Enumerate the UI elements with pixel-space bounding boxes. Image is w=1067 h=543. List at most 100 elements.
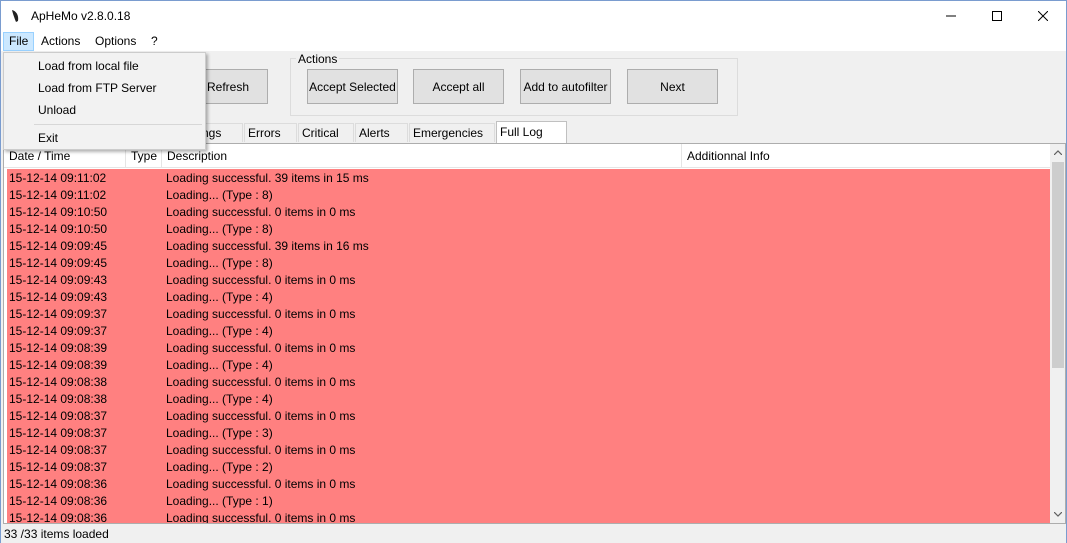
cell-description: Loading successful. 0 items in 0 ms [166,409,356,423]
cell-description: Loading... (Type : 4) [166,290,273,304]
cell-datetime: 15-12-14 09:09:45 [9,256,108,270]
table-row[interactable]: 15-12-14 09:11:02 Loading successful. 39 … [7,170,1050,187]
table-row[interactable]: 15-12-14 09:08:37 Loading successful. 0 i… [7,442,1050,459]
cell-datetime: 15-12-14 09:09:37 [9,307,108,321]
table-row[interactable]: 15-12-14 09:09:45 Loading... (Type : 8) [7,255,1050,272]
table-row[interactable]: 15-12-14 09:08:38 Loading... (Type : 4) [7,391,1050,408]
tab-errors[interactable]: Errors (0) [244,123,297,158]
scroll-thumb[interactable] [1052,162,1064,368]
table-row[interactable]: 15-12-14 09:08:36 Loading successful. 0 i… [7,476,1050,493]
cell-datetime: 15-12-14 09:08:36 [9,477,108,491]
status-text: 33 /33 items loaded [4,527,109,541]
cell-datetime: 15-12-14 09:08:37 [9,409,108,423]
cell-description: Loading successful. 0 items in 0 ms [166,511,356,524]
menu-item-load-ftp[interactable]: Load from FTP Server [5,77,204,99]
table-row[interactable]: 15-12-14 09:09:37 Loading successful. 0 i… [7,306,1050,323]
cell-description: Loading... (Type : 8) [166,188,273,202]
menu-file[interactable]: File [3,32,35,51]
cell-description: Loading... (Type : 4) [166,358,273,372]
accept-all-button[interactable]: Accept all [413,69,504,104]
menu-item-load-local[interactable]: Load from local file [5,55,204,77]
table-row[interactable]: 15-12-14 09:08:36 Loading successful. 0 i… [7,510,1050,524]
status-bar: 33 /33 items loaded [1,525,1066,543]
menu-help[interactable]: ? [146,32,163,51]
cell-description: Loading successful. 0 items in 0 ms [166,341,356,355]
cell-datetime: 15-12-14 09:08:37 [9,426,108,440]
scroll-up-arrow[interactable] [1050,144,1065,161]
cell-datetime: 15-12-14 09:09:43 [9,290,108,304]
close-icon [1038,11,1048,21]
tab-alerts[interactable]: Alerts (0) [355,123,408,158]
cell-description: Loading successful. 0 items in 0 ms [166,443,356,457]
cell-datetime: 15-12-14 09:10:50 [9,222,108,236]
tab-critical[interactable]: Critical (0) [298,123,354,158]
cell-datetime: 15-12-14 09:11:02 [9,171,107,185]
table-row[interactable]: 15-12-14 09:08:39 Loading... (Type : 4) [7,357,1050,374]
table-row[interactable]: 15-12-14 09:08:37 Loading successful. 0 i… [7,408,1050,425]
table-row[interactable]: 15-12-14 09:09:37 Loading... (Type : 4) [7,323,1050,340]
cell-datetime: 15-12-14 09:08:37 [9,443,108,457]
next-button[interactable]: Next [627,69,718,104]
vertical-scrollbar[interactable] [1050,144,1065,523]
cell-datetime: 15-12-14 09:08:36 [9,511,108,524]
column-header-description[interactable]: Description [162,144,682,168]
list-rows: 15-12-14 09:11:02 Loading successful. 39 … [7,169,1050,524]
table-row[interactable]: 15-12-14 09:08:37 Loading... (Type : 2) [7,459,1050,476]
cell-description: Loading successful. 0 items in 0 ms [166,307,356,321]
minimize-icon [946,15,956,17]
chevron-up-icon [1054,150,1062,155]
cell-description: Loading... (Type : 4) [166,324,273,338]
actions-group-label: Actions [296,52,340,66]
table-row[interactable]: 15-12-14 09:10:50 Loading successful. 0 i… [7,204,1050,221]
cell-description: Loading... (Type : 2) [166,460,273,474]
scroll-down-arrow[interactable] [1050,506,1065,523]
maximize-icon [992,11,1002,21]
cell-datetime: 15-12-14 09:08:36 [9,494,108,508]
cell-description: Loading... (Type : 1) [166,494,273,508]
app-feather-icon [12,10,19,22]
menu-separator [34,124,202,125]
column-header-additional-info[interactable]: Additionnal Info [682,144,1050,168]
cell-description: Loading successful. 0 items in 0 ms [166,273,356,287]
cell-description: Loading successful. 0 items in 0 ms [166,477,356,491]
table-row[interactable]: 15-12-14 09:11:02 Loading... (Type : 8) [7,187,1050,204]
table-row[interactable]: 15-12-14 09:09:45 Loading successful. 39 … [7,238,1050,255]
tab-full-log[interactable]: Full Log (33) [496,121,567,159]
cell-description: Loading successful. 0 items in 0 ms [166,375,356,389]
menu-item-exit[interactable]: Exit [5,127,204,149]
maximize-button[interactable] [974,1,1020,31]
table-row[interactable]: 15-12-14 09:10:50 Loading... (Type : 8) [7,221,1050,238]
table-row[interactable]: 15-12-14 09:08:37 Loading... (Type : 3) [7,425,1050,442]
menu-actions[interactable]: Actions [36,32,85,51]
cell-datetime: 15-12-14 09:10:50 [9,205,108,219]
cell-datetime: 15-12-14 09:08:38 [9,375,108,389]
cell-datetime: 15-12-14 09:09:37 [9,324,108,338]
cell-description: Loading... (Type : 8) [166,222,273,236]
app-window: ApHeMo v2.8.0.18 File Actions Options ? … [0,0,1067,543]
table-row[interactable]: 15-12-14 09:09:43 Loading... (Type : 4) [7,289,1050,306]
cell-datetime: 15-12-14 09:08:39 [9,341,108,355]
close-button[interactable] [1020,1,1066,31]
menu-item-unload[interactable]: Unload [5,99,204,121]
cell-description: Loading... (Type : 4) [166,392,273,406]
log-list[interactable]: Date / Time Type Description Additionnal… [3,143,1066,524]
accept-selected-button[interactable]: Accept Selected [307,69,398,104]
tab-emergencies[interactable]: Emergencies (0) [409,123,495,158]
add-to-autofilter-button[interactable]: Add to autofilter [520,69,611,104]
table-row[interactable]: 15-12-14 09:08:39 Loading successful. 0 i… [7,340,1050,357]
cell-datetime: 15-12-14 09:11:02 [9,188,107,202]
cell-description: Loading... (Type : 3) [166,426,273,440]
table-row[interactable]: 15-12-14 09:08:38 Loading successful. 0 i… [7,374,1050,391]
cell-description: Loading... (Type : 8) [166,256,273,270]
menu-options[interactable]: Options [90,32,141,51]
minimize-button[interactable] [928,1,974,31]
title-bar[interactable]: ApHeMo v2.8.0.18 [1,1,1066,31]
window-title: ApHeMo v2.8.0.18 [31,9,131,23]
table-row[interactable]: 15-12-14 09:09:43 Loading successful. 0 i… [7,272,1050,289]
cell-description: Loading successful. 39 items in 15 ms [166,171,369,185]
file-menu-dropdown: Load from local file Load from FTP Serve… [3,52,206,150]
table-row[interactable]: 15-12-14 09:08:36 Loading... (Type : 1) [7,493,1050,510]
chevron-down-icon [1054,512,1062,517]
cell-datetime: 15-12-14 09:08:39 [9,358,108,372]
cell-datetime: 15-12-14 09:09:43 [9,273,108,287]
